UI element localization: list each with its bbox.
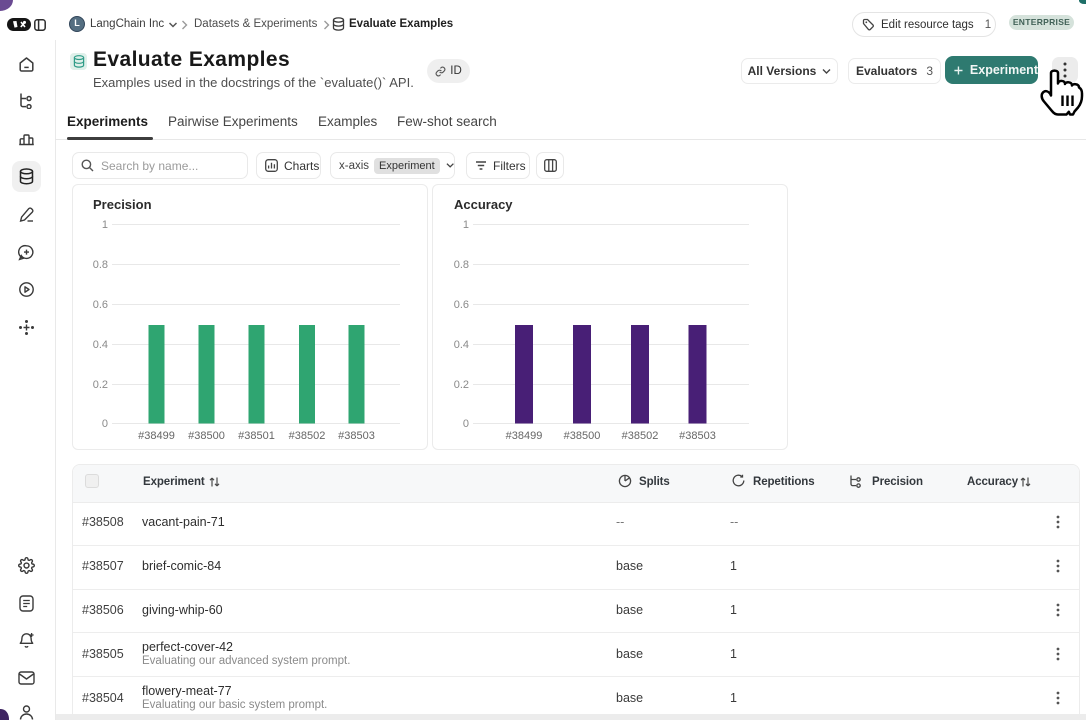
svg-text:0.8: 0.8 [454,259,469,271]
svg-text:#38502: #38502 [289,430,326,442]
svg-text:0: 0 [463,418,469,430]
svg-text:0.2: 0.2 [454,379,469,391]
svg-text:0.4: 0.4 [454,339,469,351]
svg-text:0.4: 0.4 [93,339,108,351]
svg-text:1: 1 [463,219,469,231]
svg-text:#38501: #38501 [238,430,275,442]
svg-text:0.8: 0.8 [93,259,108,271]
svg-text:0.6: 0.6 [93,299,108,311]
svg-text:#38500: #38500 [564,430,601,442]
svg-text:0.2: 0.2 [93,379,108,391]
svg-text:0: 0 [102,418,108,430]
svg-text:#38500: #38500 [188,430,225,442]
svg-text:1: 1 [102,219,108,231]
svg-text:#38499: #38499 [506,430,543,442]
svg-text:#38499: #38499 [138,430,175,442]
svg-text:#38502: #38502 [622,430,659,442]
svg-text:#38503: #38503 [679,430,716,442]
svg-text:0.6: 0.6 [454,299,469,311]
svg-text:#38503: #38503 [338,430,375,442]
